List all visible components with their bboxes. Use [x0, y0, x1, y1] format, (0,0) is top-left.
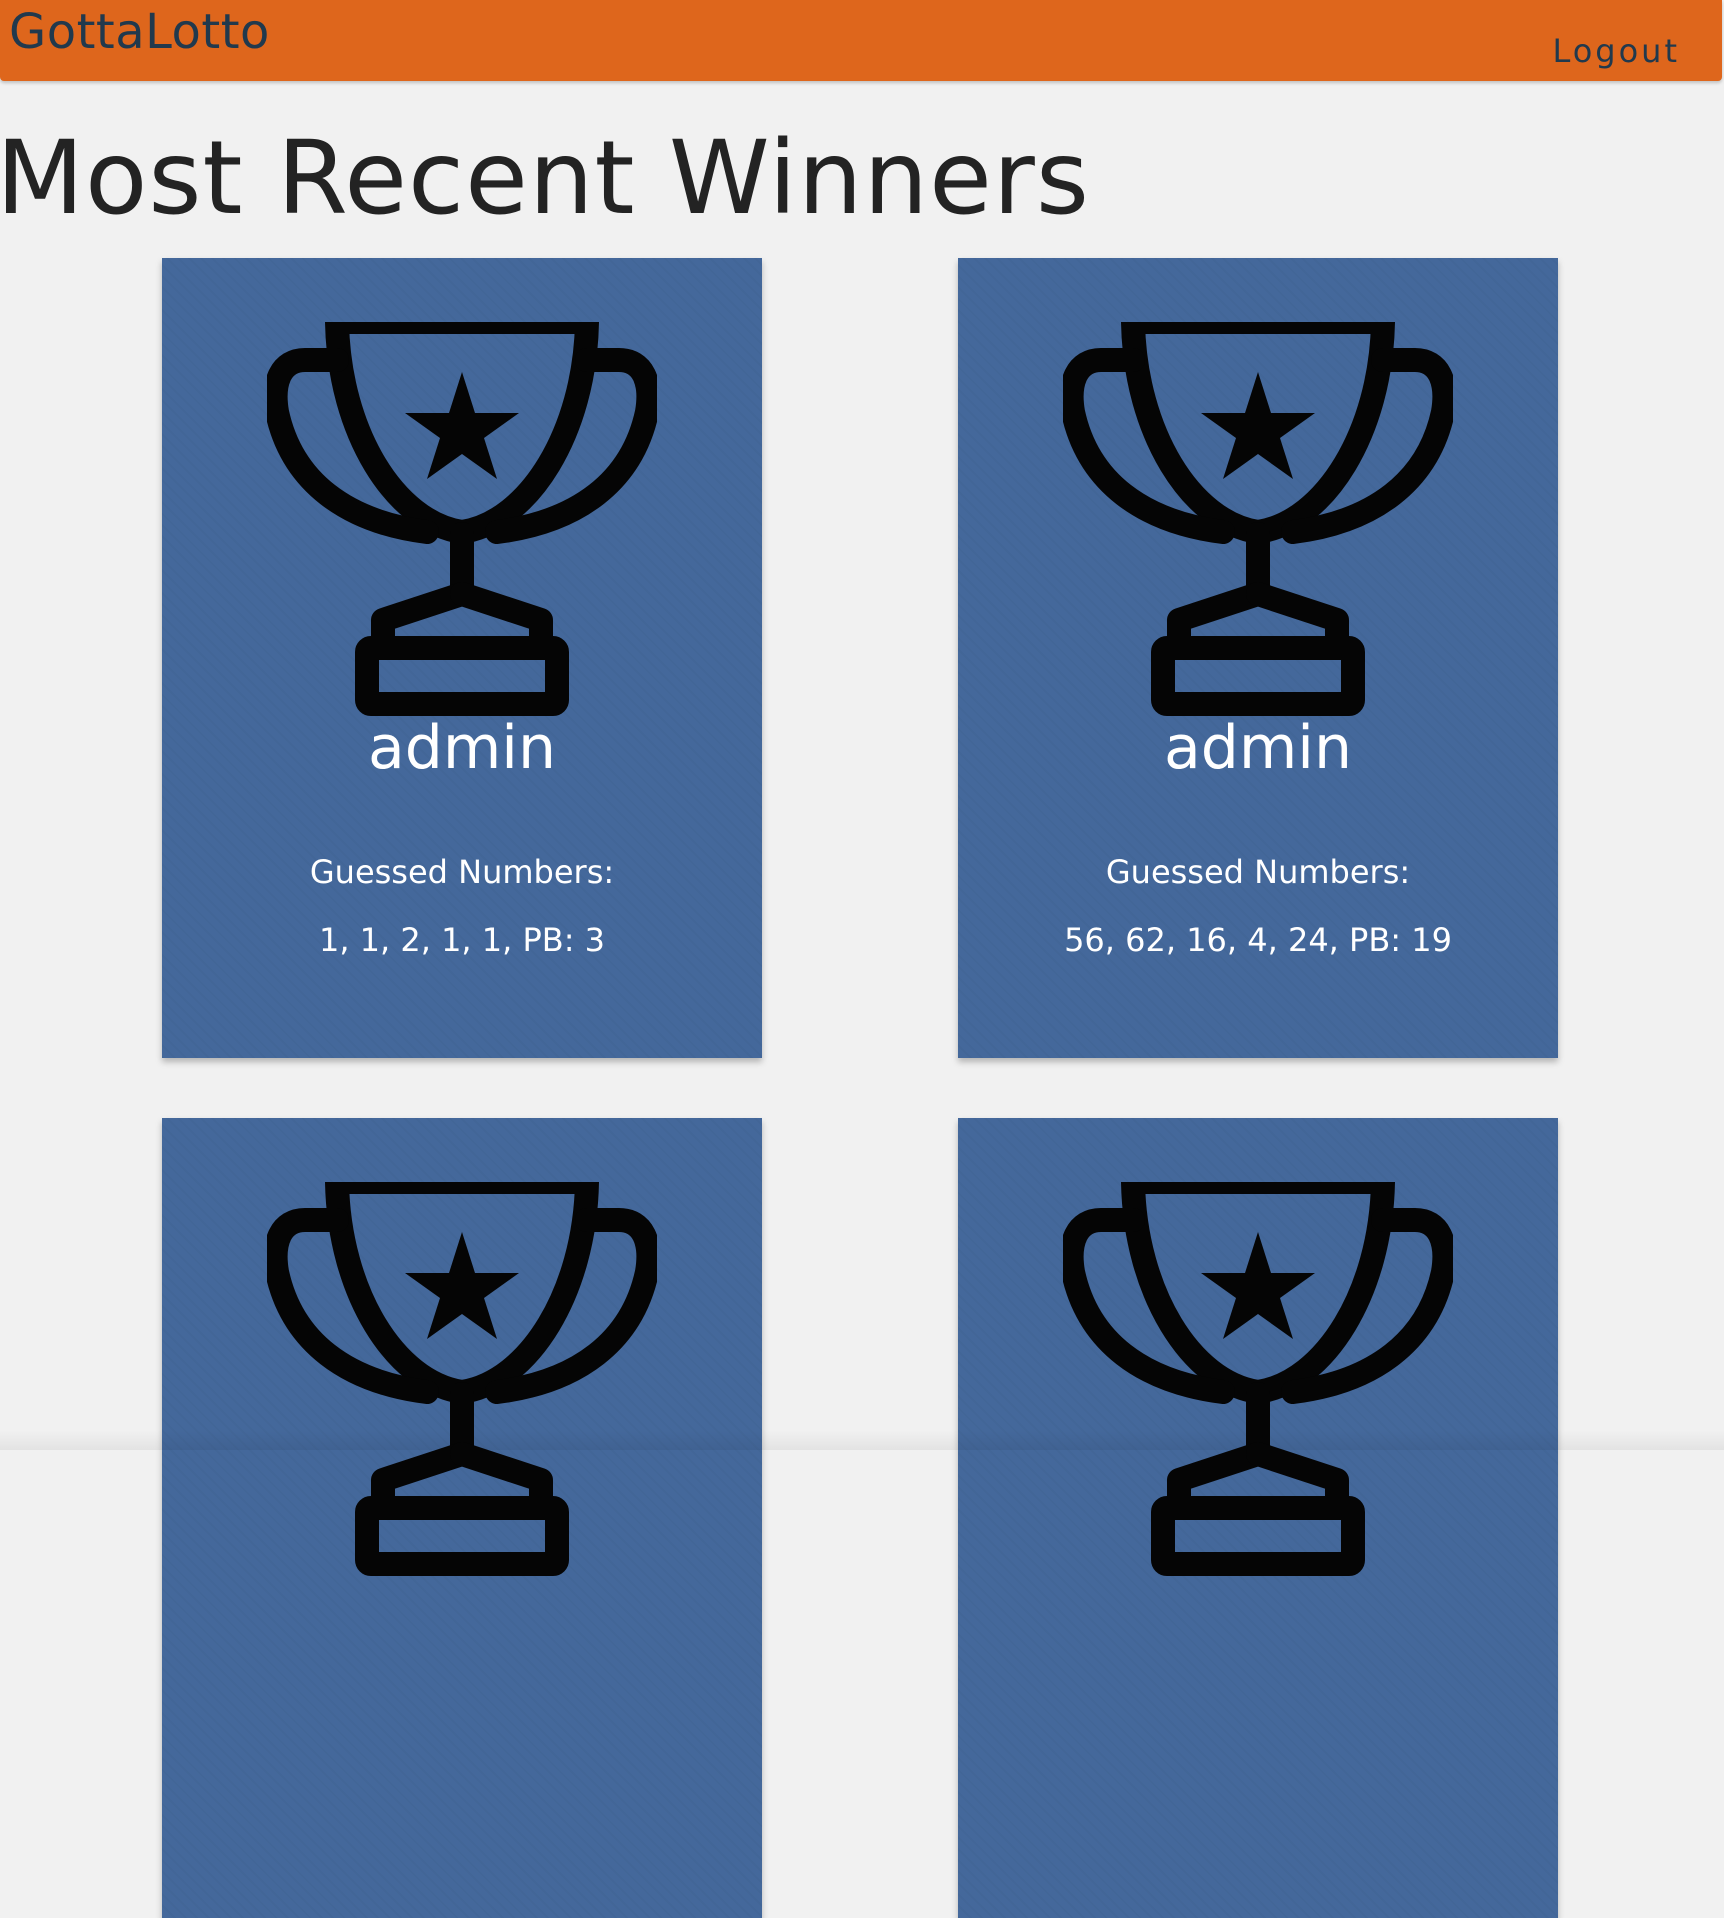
- winner-name: admin: [368, 713, 556, 783]
- winner-card: admin Guessed Numbers: 1, 1, 2, 1, 1, PB…: [162, 258, 762, 1058]
- page-title: Most Recent Winners: [0, 119, 1090, 238]
- winner-card: [162, 1118, 762, 1918]
- winner-card: [958, 1118, 1558, 1918]
- guessed-numbers-value: 1, 1, 2, 1, 1, PB: 3: [318, 921, 606, 959]
- logout-link[interactable]: Logout: [1552, 32, 1680, 70]
- guessed-numbers-label: Guessed Numbers:: [309, 853, 615, 891]
- navbar: GottaLotto Logout: [0, 0, 1722, 81]
- trophy-icon: [1063, 1182, 1453, 1576]
- winner-card: admin Guessed Numbers: 56, 62, 16, 4, 24…: [958, 258, 1558, 1058]
- guessed-numbers-label: Guessed Numbers:: [1105, 853, 1411, 891]
- winner-name: admin: [1164, 713, 1352, 783]
- trophy-icon: [1063, 322, 1453, 716]
- trophy-icon: [267, 1182, 657, 1576]
- guessed-numbers-value: 56, 62, 16, 4, 24, PB: 19: [1064, 921, 1452, 959]
- trophy-icon: [267, 322, 657, 716]
- brand-logo[interactable]: GottaLotto: [9, 4, 270, 60]
